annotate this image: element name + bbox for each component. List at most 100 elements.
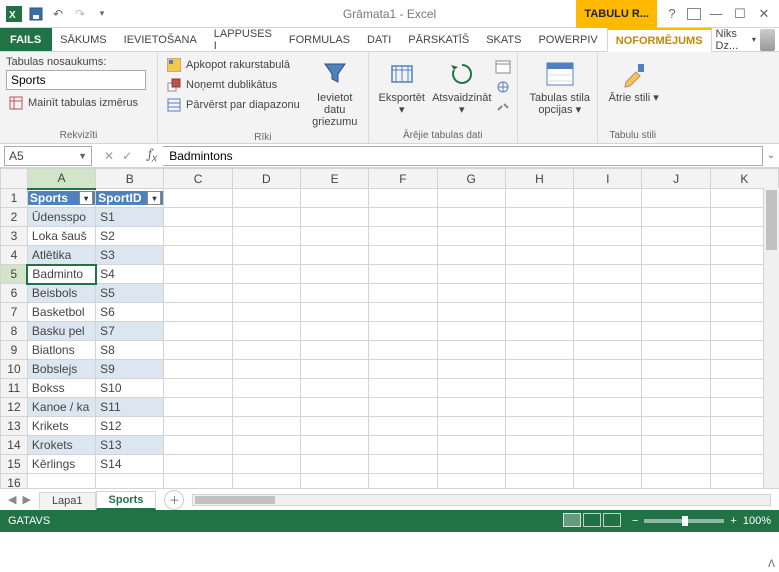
cell[interactable] — [301, 208, 369, 227]
tab-data[interactable]: DATI — [359, 28, 400, 51]
cell[interactable]: S12 — [96, 417, 164, 436]
tab-insert[interactable]: IEVIETOŠANA — [116, 28, 206, 51]
cell[interactable] — [164, 360, 232, 379]
cell[interactable] — [505, 246, 573, 265]
cell[interactable] — [505, 265, 573, 284]
cell[interactable] — [164, 322, 232, 341]
cell[interactable] — [301, 322, 369, 341]
cell[interactable]: Basketbol — [27, 303, 95, 322]
filter-icon[interactable]: ▾ — [79, 191, 93, 205]
col-header-I[interactable]: I — [574, 169, 642, 189]
cell[interactable] — [437, 265, 505, 284]
sheet-tab-lapa1[interactable]: Lapa1 — [39, 492, 96, 509]
cell[interactable] — [164, 436, 232, 455]
cell[interactable]: Beisbols — [27, 284, 95, 303]
cell[interactable] — [301, 246, 369, 265]
remove-duplicates-button[interactable]: Noņemt dublikātus — [164, 76, 302, 94]
fx-icon[interactable]: fx — [142, 147, 163, 165]
ribbon-display-icon[interactable] — [687, 8, 701, 20]
cell[interactable] — [301, 436, 369, 455]
col-header-K[interactable]: K — [710, 169, 778, 189]
cell[interactable] — [642, 455, 710, 474]
cell[interactable]: Loka šauš — [27, 227, 95, 246]
tab-pagelayout[interactable]: LAPPUSES I — [206, 28, 281, 51]
cell[interactable]: S7 — [96, 322, 164, 341]
cell[interactable] — [437, 436, 505, 455]
cell[interactable] — [642, 208, 710, 227]
minimize-icon[interactable]: — — [707, 5, 725, 23]
cell[interactable] — [232, 436, 300, 455]
properties-icon[interactable] — [495, 60, 511, 78]
col-header-E[interactable]: E — [301, 169, 369, 189]
cell[interactable] — [164, 455, 232, 474]
user-account[interactable]: Niks Dz... ▾ — [712, 28, 779, 51]
cell[interactable] — [437, 189, 505, 208]
cell[interactable] — [642, 284, 710, 303]
formula-input[interactable] — [163, 146, 763, 166]
cell[interactable] — [301, 189, 369, 208]
cell[interactable] — [369, 284, 437, 303]
close-icon[interactable]: ✕ — [755, 5, 773, 23]
tab-review[interactable]: PĀRSKATĪŠ — [400, 28, 478, 51]
convert-range-button[interactable]: Pārvērst par diapazonu — [164, 96, 302, 114]
view-buttons[interactable] — [562, 513, 622, 530]
tab-view[interactable]: SKATS — [478, 28, 530, 51]
cell[interactable] — [505, 379, 573, 398]
row-header-16[interactable]: 16 — [1, 474, 28, 489]
cell[interactable]: S3 — [96, 246, 164, 265]
cell[interactable] — [437, 474, 505, 489]
vertical-scrollbar[interactable] — [763, 188, 779, 488]
expand-formula-icon[interactable]: ⌄ — [763, 150, 779, 161]
cell[interactable] — [437, 455, 505, 474]
tab-design[interactable]: NOFORMĒJUMS — [607, 28, 712, 52]
cell[interactable] — [232, 303, 300, 322]
cell[interactable] — [369, 265, 437, 284]
cell[interactable] — [642, 189, 710, 208]
row-header-15[interactable]: 15 — [1, 455, 28, 474]
row-header-14[interactable]: 14 — [1, 436, 28, 455]
cell[interactable] — [369, 436, 437, 455]
row-header-13[interactable]: 13 — [1, 417, 28, 436]
name-box[interactable]: A5▼ — [4, 146, 92, 166]
cell[interactable] — [642, 322, 710, 341]
cell[interactable] — [574, 208, 642, 227]
cell[interactable] — [301, 341, 369, 360]
cell[interactable] — [437, 208, 505, 227]
cell[interactable] — [164, 208, 232, 227]
undo-icon[interactable]: ↶ — [48, 4, 68, 24]
cell[interactable] — [437, 246, 505, 265]
cell[interactable]: S4 — [96, 265, 164, 284]
cell[interactable] — [164, 284, 232, 303]
cell[interactable] — [574, 417, 642, 436]
cell[interactable] — [437, 398, 505, 417]
cell[interactable] — [232, 417, 300, 436]
new-sheet-button[interactable]: ＋ — [164, 490, 184, 510]
cell[interactable] — [164, 398, 232, 417]
col-header-F[interactable]: F — [369, 169, 437, 189]
zoom-out-icon[interactable]: − — [632, 515, 638, 527]
cell[interactable] — [232, 360, 300, 379]
table-name-input[interactable] — [6, 70, 146, 90]
cell[interactable]: Kanoe / ka — [27, 398, 95, 417]
cell[interactable] — [574, 284, 642, 303]
cell[interactable] — [505, 455, 573, 474]
col-header-A[interactable]: A — [27, 169, 95, 189]
cell[interactable] — [505, 417, 573, 436]
cell[interactable] — [642, 417, 710, 436]
cell[interactable] — [574, 474, 642, 489]
row-header-2[interactable]: 2 — [1, 208, 28, 227]
cell[interactable]: S2 — [96, 227, 164, 246]
cell[interactable] — [505, 189, 573, 208]
cell[interactable] — [642, 246, 710, 265]
cell[interactable] — [232, 246, 300, 265]
cell[interactable] — [574, 322, 642, 341]
maximize-icon[interactable]: ☐ — [731, 5, 749, 23]
quick-styles-button[interactable]: Ātrie stili ▾ — [604, 56, 664, 106]
cell[interactable] — [642, 436, 710, 455]
cell[interactable] — [574, 379, 642, 398]
cell[interactable] — [369, 208, 437, 227]
table-header-sports[interactable]: Sports▾ — [27, 189, 95, 208]
collapse-ribbon-icon[interactable]: ᐱ — [768, 559, 775, 570]
tab-home[interactable]: SĀKUMS — [52, 28, 115, 51]
cell[interactable] — [301, 227, 369, 246]
